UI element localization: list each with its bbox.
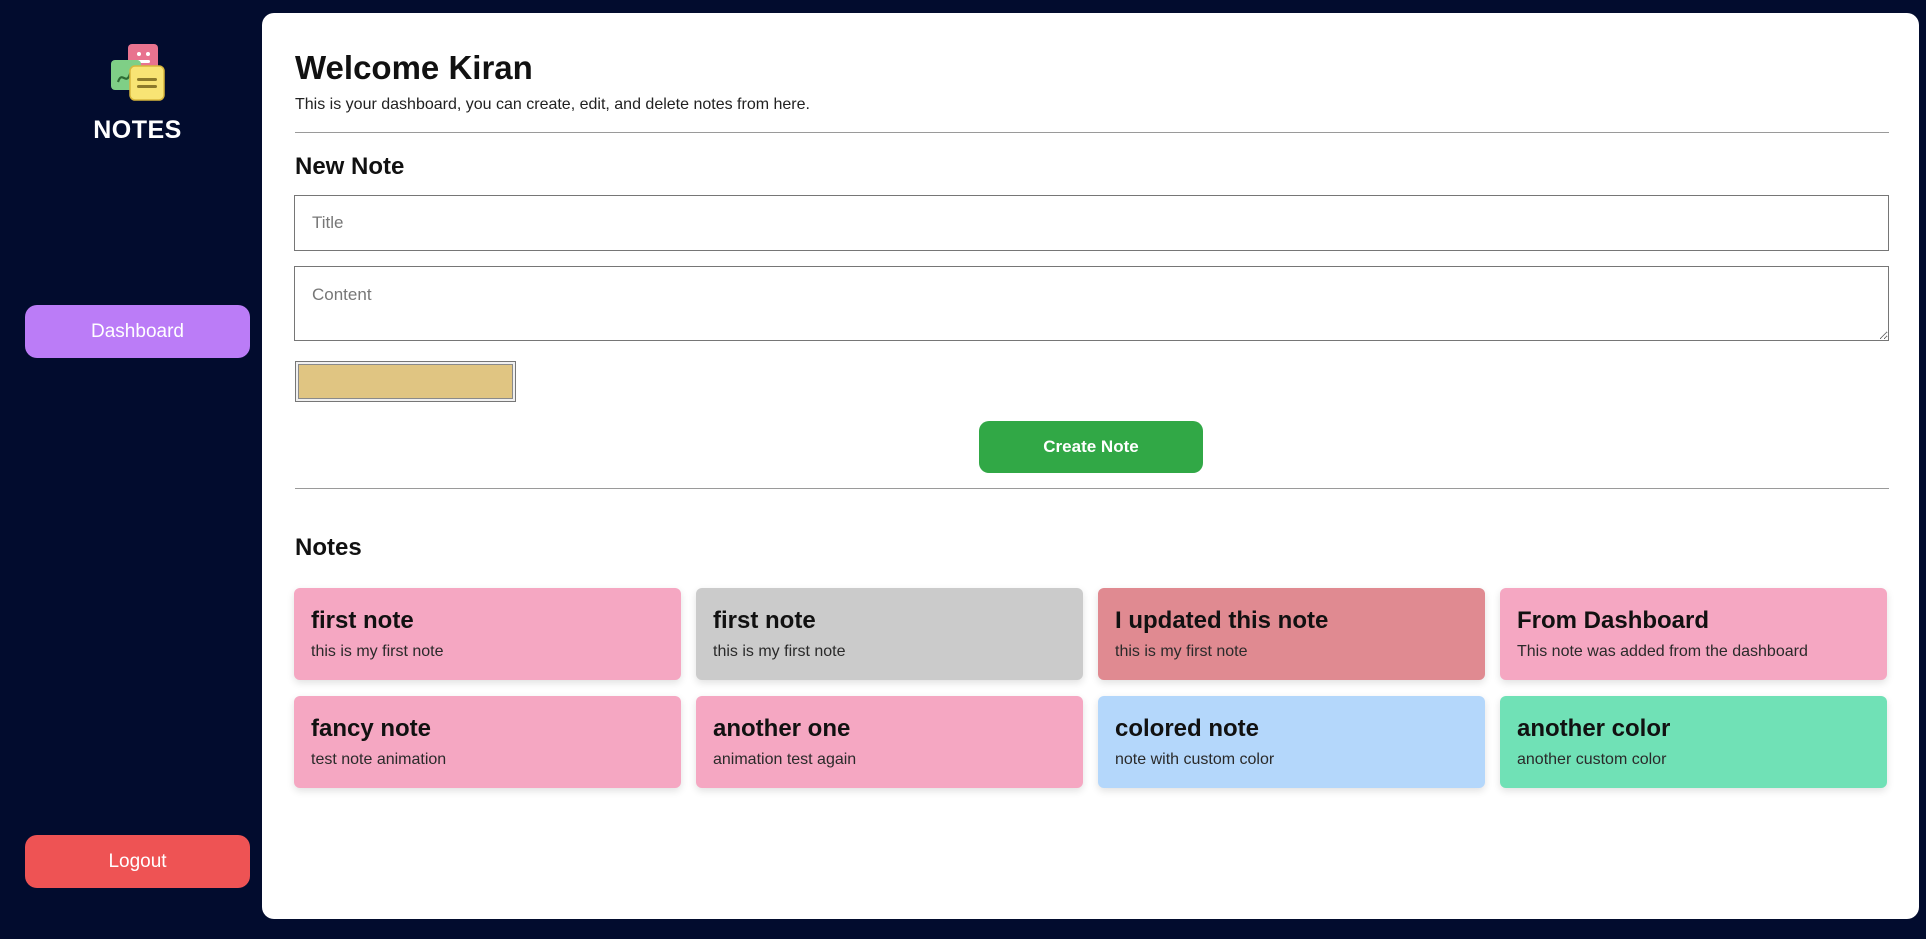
page-subtitle: This is your dashboard, you can create, … — [295, 96, 810, 113]
note-content-input[interactable] — [294, 266, 1889, 341]
note-title: first note — [311, 607, 414, 634]
brand-title: NOTES — [93, 116, 182, 144]
note-title: fancy note — [311, 715, 432, 742]
note-title: I updated this note — [1115, 607, 1329, 634]
new-note-heading: New Note — [295, 153, 405, 180]
notes-grid: first note this is my first note first n… — [294, 588, 1889, 788]
note-content: another custom color — [1517, 751, 1667, 768]
note-content: this is my first note — [713, 643, 846, 660]
note-content: note with custom color — [1115, 751, 1275, 768]
app-root: NOTES Dashboard Logout Welcome Kiran Thi… — [0, 0, 1926, 939]
notes-heading: Notes — [295, 534, 362, 561]
note-content: this is my first note — [311, 643, 444, 660]
note-card[interactable]: colored note note with custom color — [1098, 696, 1485, 788]
divider — [295, 132, 1889, 133]
note-card[interactable]: another color another custom color — [1500, 696, 1887, 788]
color-picker[interactable] — [295, 361, 516, 402]
note-title: another color — [1517, 715, 1671, 742]
note-title: another one — [713, 715, 851, 742]
note-content: This note was added from the dashboard — [1517, 643, 1808, 660]
note-content: test note animation — [311, 751, 447, 768]
sticky-notes-icon — [108, 42, 168, 104]
note-content: this is my first note — [1115, 643, 1248, 660]
note-title: first note — [713, 607, 816, 634]
note-card[interactable]: another one animation test again — [696, 696, 1083, 788]
note-title-input[interactable] — [294, 195, 1889, 251]
note-card[interactable]: first note this is my first note — [696, 588, 1083, 680]
sidebar: NOTES Dashboard Logout — [0, 0, 262, 939]
note-card[interactable]: I updated this note this is my first not… — [1098, 588, 1485, 680]
color-swatch — [298, 364, 513, 399]
create-note-button[interactable]: Create Note — [979, 421, 1203, 473]
note-title: colored note — [1115, 715, 1260, 742]
note-content: animation test again — [713, 751, 857, 768]
note-card[interactable]: first note this is my first note — [294, 588, 681, 680]
note-card[interactable]: From Dashboard This note was added from … — [1500, 588, 1887, 680]
main-panel: Welcome Kiran This is your dashboard, yo… — [262, 13, 1919, 919]
note-title: From Dashboard — [1517, 607, 1710, 634]
page-title: Welcome Kiran — [295, 49, 533, 86]
dashboard-button[interactable]: Dashboard — [25, 305, 250, 358]
divider — [295, 488, 1889, 489]
logout-button[interactable]: Logout — [25, 835, 250, 888]
note-card[interactable]: fancy note test note animation — [294, 696, 681, 788]
